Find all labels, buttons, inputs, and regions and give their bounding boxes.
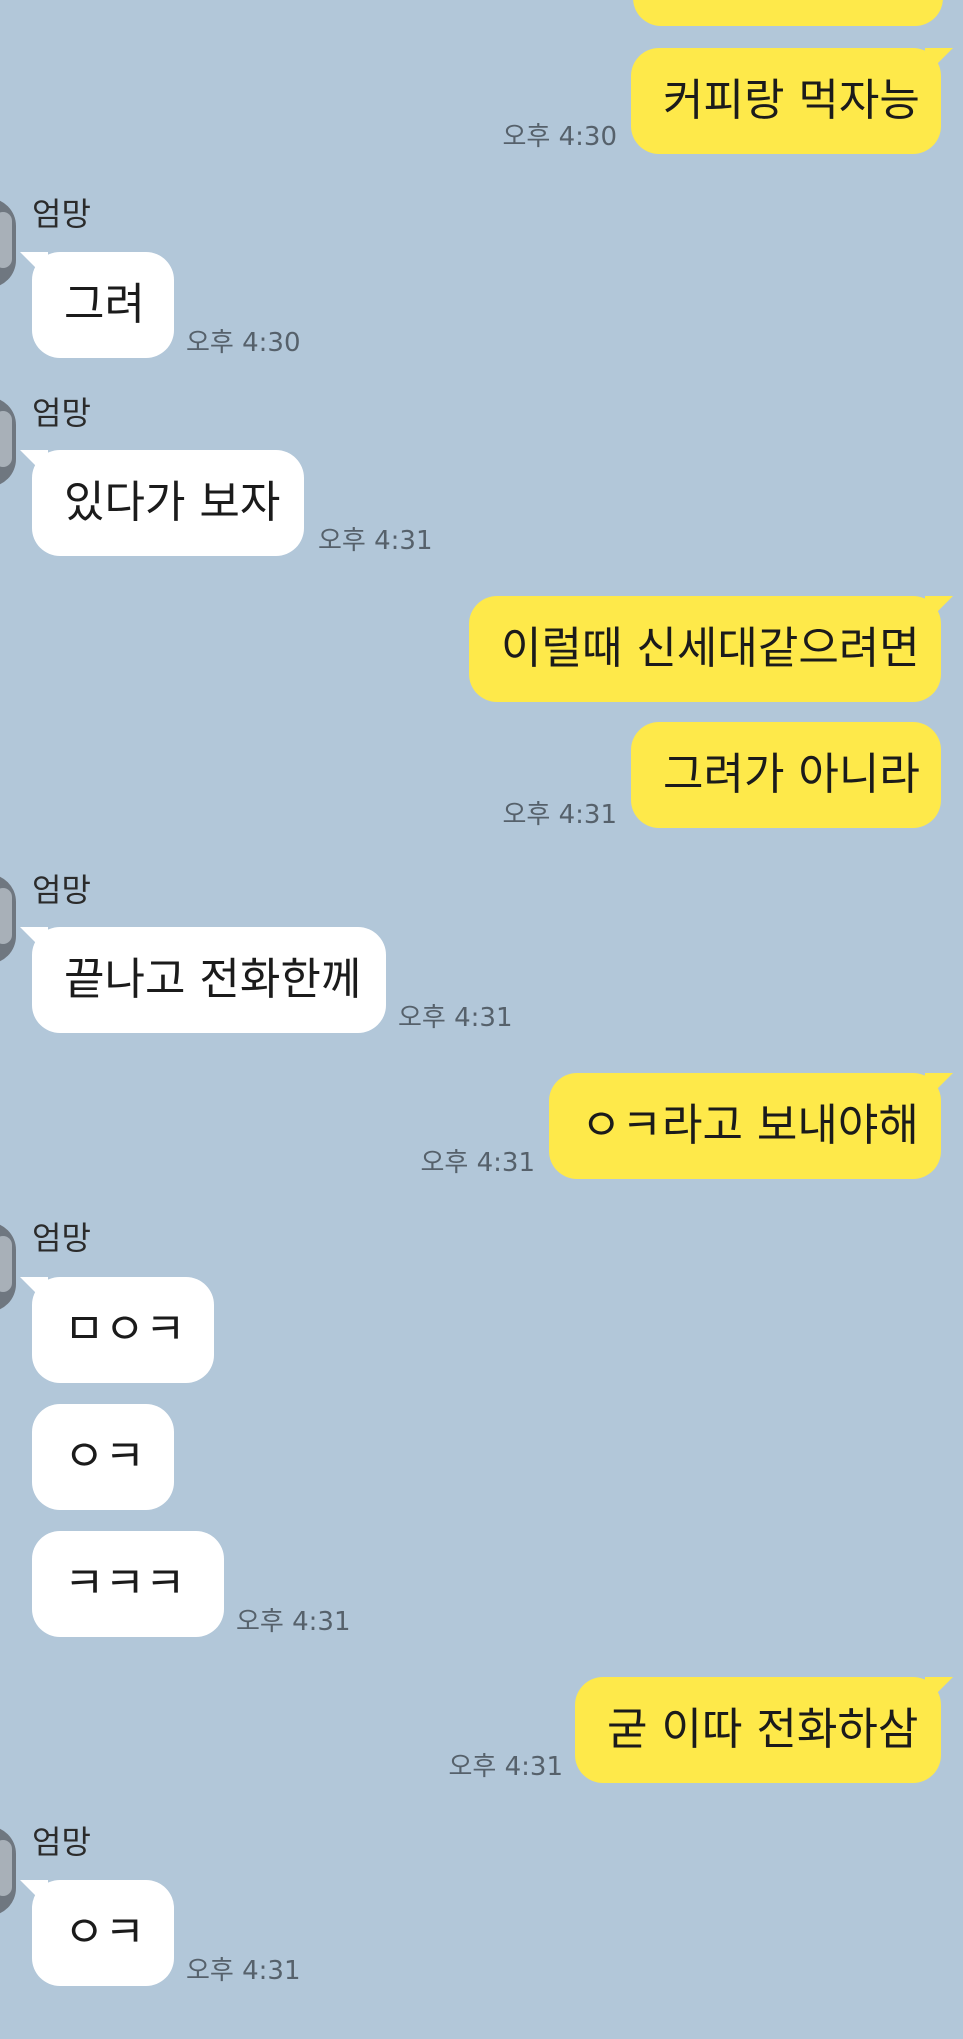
sender-name: 엄망 <box>32 1823 91 1861</box>
sender-avatar[interactable] <box>0 397 16 487</box>
message-text: ㅁㅇㅋ <box>64 1304 186 1355</box>
sender-avatar[interactable] <box>0 1222 16 1312</box>
message-text: 이럴때 신세대같으려면 <box>501 623 920 674</box>
message-time: 오후 4:31 <box>318 526 433 556</box>
message-time: 오후 4:30 <box>186 328 301 358</box>
message-bubble-mine[interactable]: 이럴때 신세대같으려면 <box>469 596 953 702</box>
message-bubble-other[interactable]: ㅋㅋㅋ <box>32 1531 224 1637</box>
message-bubble-other[interactable]: 있다가 보자 <box>20 450 304 556</box>
message-bubble-mine[interactable]: 커피랑 먹자능 <box>631 48 953 154</box>
message-text: 굳 이따 전화하삼 <box>607 1704 919 1755</box>
sender-avatar[interactable] <box>0 874 16 964</box>
message-time: 오후 4:31 <box>420 1148 536 1178</box>
sender-name: 엄망 <box>32 195 91 233</box>
message-time: 오후 4:31 <box>186 1956 301 1986</box>
message-text: 있다가 보자 <box>64 477 281 528</box>
message-text: ㅇㅋ <box>64 1907 145 1958</box>
message-text: ㅇㅋ <box>64 1431 145 1482</box>
message-text: 끝나고 전화한께 <box>64 954 362 1005</box>
message-bubble-other[interactable]: 그려 <box>20 252 174 358</box>
message-time: 오후 4:31 <box>236 1607 351 1637</box>
message-bubble-other[interactable]: ㅇㅋ <box>20 1880 174 1986</box>
message-bubble-mine[interactable]: ㅇㅋ라고 보내야해 <box>549 1073 953 1179</box>
message-bubble-other[interactable]: ㅁㅇㅋ <box>20 1277 214 1383</box>
message-text: 그려 <box>64 279 145 330</box>
message-time: 오후 4:31 <box>502 800 618 830</box>
message-bubble-other[interactable]: 끝나고 전화한께 <box>20 927 386 1033</box>
message-bubble-mine[interactable]: 그려가 아니라 <box>631 722 941 828</box>
message-time: 오후 4:31 <box>448 1752 564 1782</box>
sender-name: 엄망 <box>32 1219 91 1257</box>
message-time: 오후 4:31 <box>398 1003 513 1033</box>
sender-name: 엄망 <box>32 871 91 909</box>
message-text: 커피랑 먹자능 <box>663 75 920 126</box>
message-bubble-other[interactable]: ㅇㅋ <box>32 1404 174 1510</box>
message-text: 그려가 아니라 <box>663 749 920 800</box>
sender-avatar[interactable] <box>0 1826 16 1916</box>
message-text: ㅋㅋㅋ <box>64 1558 186 1609</box>
message-bubble-mine[interactable]: 굳 이따 전화하삼 <box>575 1677 953 1783</box>
message-time: 오후 4:30 <box>502 122 618 152</box>
message-text: ㅇㅋ라고 보내야해 <box>581 1100 919 1151</box>
message-bubble-mine[interactable] <box>633 0 943 26</box>
sender-name: 엄망 <box>32 394 91 432</box>
sender-avatar[interactable] <box>0 198 16 288</box>
